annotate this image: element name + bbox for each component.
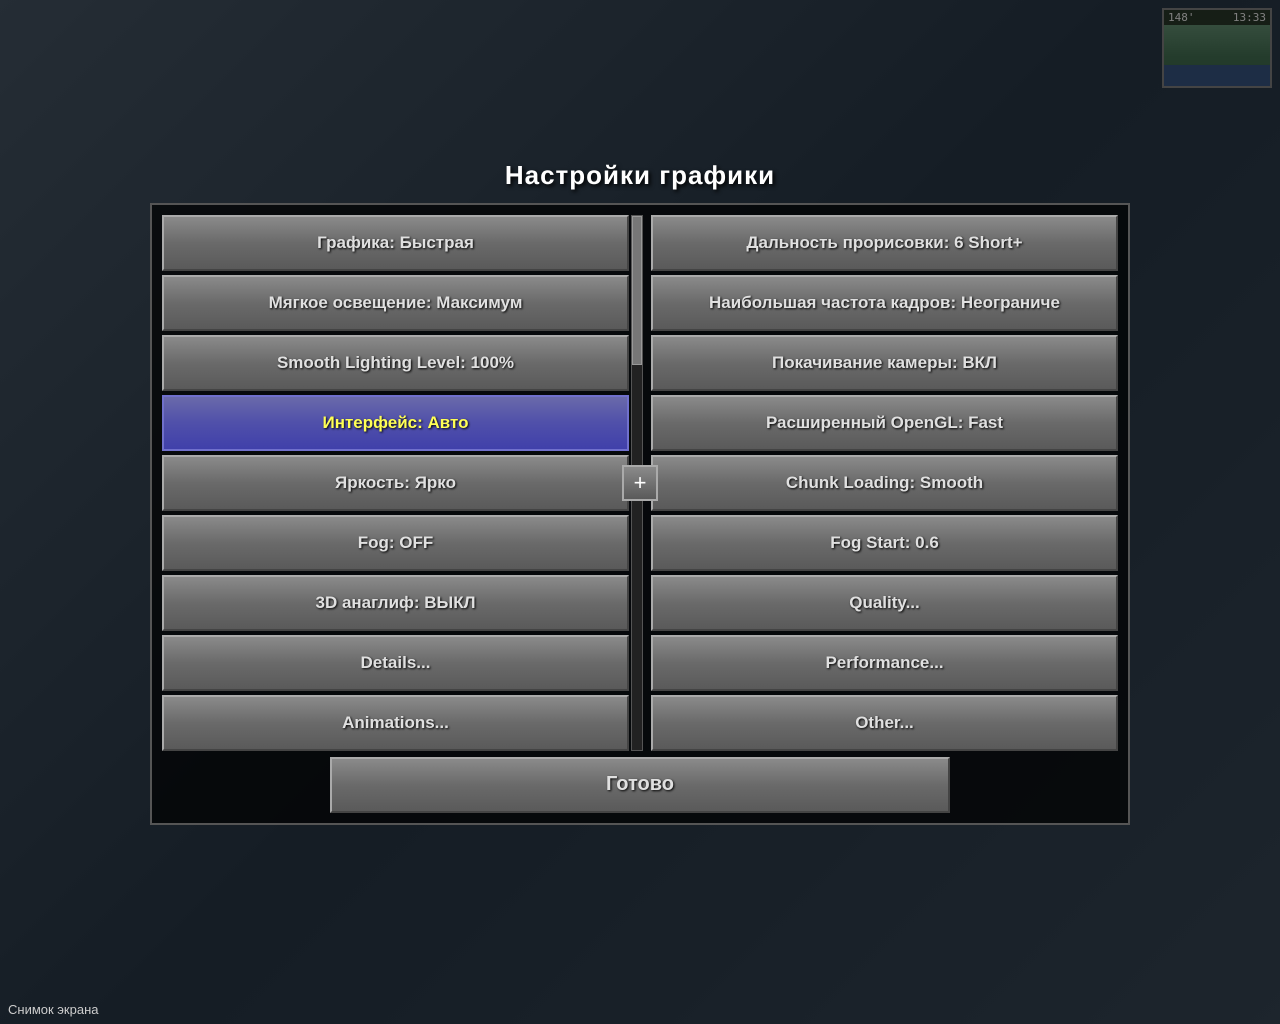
right-btn-label-chunk-loading: Chunk Loading: Smooth [786,473,983,493]
left-btn-smooth-level[interactable]: Smooth Lighting Level: 100% [162,335,629,391]
left-column: Графика: Быстрая Мягкое освещение: Максим… [162,215,629,751]
done-button-wrap: Готово [162,757,1118,813]
right-btn-render-distance[interactable]: Дальность прорисовки: 6 Short+ [651,215,1118,271]
modal-backdrop: Настройки графики Графика: Быстрая Мягкое… [0,0,1280,1024]
left-btn-graphics[interactable]: Графика: Быстрая [162,215,629,271]
right-btn-label-fog-start: Fog Start: 0.6 [830,533,939,553]
left-scroll-thumb[interactable] [632,216,642,366]
right-btn-other[interactable]: Other... [651,695,1118,751]
right-btn-chunk-loading[interactable]: Chunk Loading: Smooth [651,455,1118,511]
left-btn-soft-lighting[interactable]: Мягкое освещение: Максимум [162,275,629,331]
modal-title: Настройки графики [150,160,1130,191]
right-btn-max-framerate[interactable]: Наибольшая частота кадров: Неограниче [651,275,1118,331]
right-btn-camera-bob[interactable]: Покачивание камеры: ВКЛ [651,335,1118,391]
settings-grid: Графика: Быстрая Мягкое освещение: Максим… [162,215,1118,751]
right-btn-label-max-framerate: Наибольшая частота кадров: Неограниче [709,293,1060,313]
settings-panel: Графика: Быстрая Мягкое освещение: Максим… [150,203,1130,825]
right-btn-label-camera-bob: Покачивание камеры: ВКЛ [772,353,997,373]
left-btn-fog[interactable]: Fog: OFF [162,515,629,571]
left-btn-label-3d-anaglyph: 3D анаглиф: ВЫКЛ [315,593,475,613]
right-btn-advanced-opengl[interactable]: Расширенный OpenGL: Fast [651,395,1118,451]
left-btn-label-soft-lighting: Мягкое освещение: Максимум [269,293,523,313]
done-button[interactable]: Готово [330,757,950,813]
left-btn-gui-scale[interactable]: Интерфейс: Авто [162,395,629,451]
right-btn-label-render-distance: Дальность прорисовки: 6 Short+ [746,233,1022,253]
right-column: Дальность прорисовки: 6 Short+ Наибольшая… [651,215,1118,751]
right-btn-quality[interactable]: Quality... [651,575,1118,631]
left-btn-brightness[interactable]: Яркость: Ярко [162,455,629,511]
plus-button[interactable]: + [622,465,658,501]
left-btn-label-graphics: Графика: Быстрая [317,233,474,253]
left-btn-label-smooth-level: Smooth Lighting Level: 100% [277,353,514,373]
left-btn-label-gui-scale: Интерфейс: Авто [322,413,468,433]
left-btn-label-animations: Animations... [342,713,449,733]
left-btn-label-brightness: Яркость: Ярко [335,473,456,493]
status-bar: Снимок экрана [0,994,1280,1024]
left-btn-details[interactable]: Details... [162,635,629,691]
left-btn-animations[interactable]: Animations... [162,695,629,751]
left-column-wrap: Графика: Быстрая Мягкое освещение: Максим… [162,215,629,751]
left-btn-3d-anaglyph[interactable]: 3D анаглиф: ВЫКЛ [162,575,629,631]
settings-modal: Настройки графики Графика: Быстрая Мягкое… [150,160,1130,825]
right-btn-label-advanced-opengl: Расширенный OpenGL: Fast [766,413,1003,433]
right-btn-fog-start[interactable]: Fog Start: 0.6 [651,515,1118,571]
right-btn-performance[interactable]: Performance... [651,635,1118,691]
screenshot-text: Снимок экрана [8,1002,99,1017]
right-btn-label-quality: Quality... [849,593,920,613]
left-btn-label-fog: Fog: OFF [358,533,434,553]
left-btn-label-details: Details... [361,653,431,673]
right-btn-label-performance: Performance... [825,653,943,673]
right-btn-label-other: Other... [855,713,914,733]
